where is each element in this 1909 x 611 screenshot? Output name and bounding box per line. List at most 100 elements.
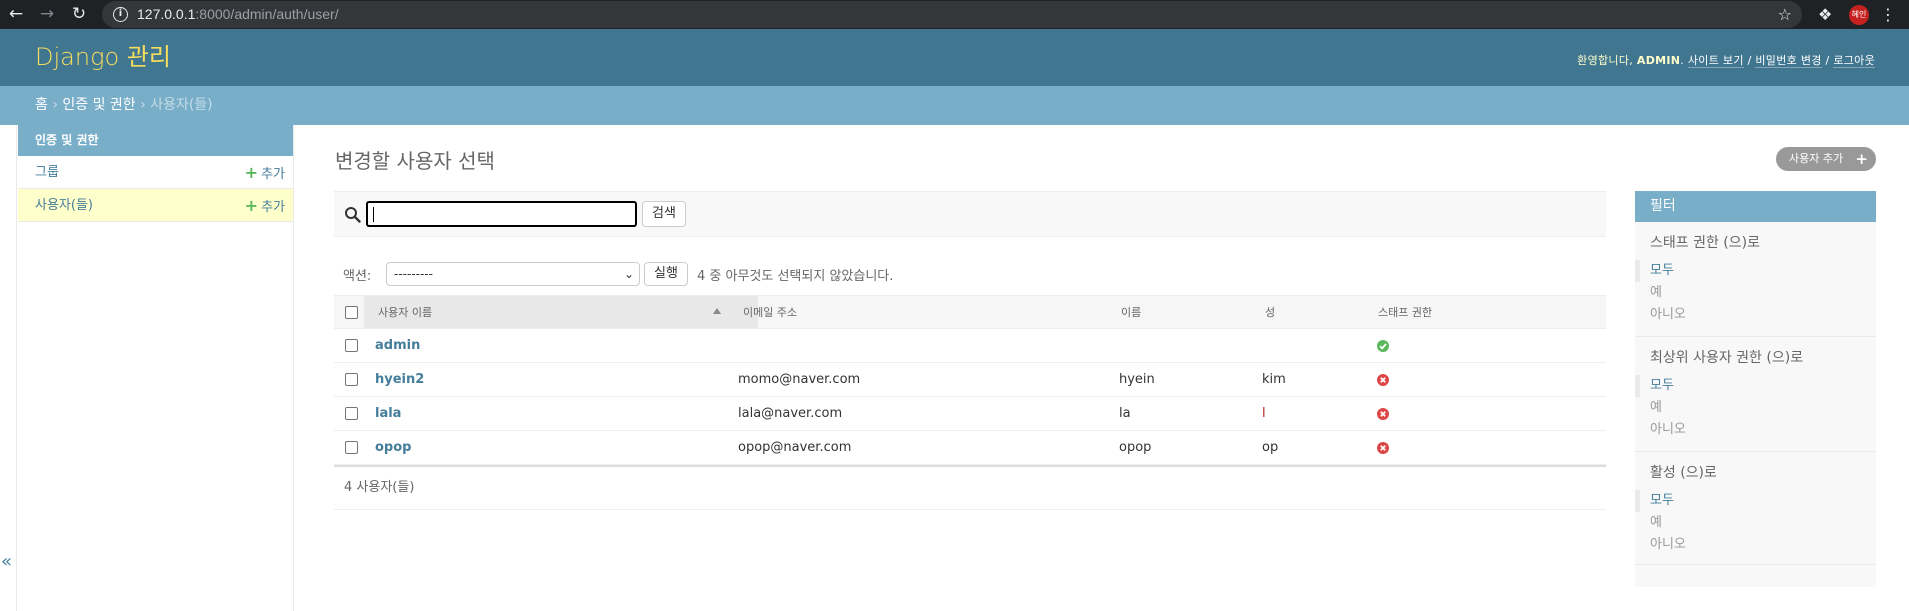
email-cell: lala@naver.com [738, 406, 843, 421]
add-label: 추가 [261, 200, 285, 215]
yes-check-icon [1377, 340, 1389, 352]
url-host: 127.0.0.1 [137, 6, 196, 22]
column-header-first-name[interactable]: 이름 [1121, 296, 1141, 329]
breadcrumb-home[interactable]: 홈 [35, 97, 48, 113]
selection-counter: 4 중 아무것도 선택되지 않았습니다. [697, 269, 894, 284]
row-checkbox[interactable] [345, 373, 358, 386]
table-row: opop opop@naver.com opop op [334, 431, 1606, 465]
row-checkbox[interactable] [345, 339, 358, 352]
text-caret [373, 207, 374, 222]
filter-option[interactable]: 아니오 [1635, 419, 1876, 441]
username-link[interactable]: opop [375, 431, 411, 464]
filter-option[interactable]: 모두 [1635, 260, 1876, 282]
filter-option[interactable]: 모두 [1635, 490, 1876, 512]
sidebar-module-caption[interactable]: 인증 및 권한 [18, 125, 293, 156]
last-name-cell: l [1262, 406, 1266, 421]
paginator: 4 사용자(들) [334, 471, 1606, 510]
sidebar-item-groups[interactable]: 그룹 + 추가 [18, 156, 293, 189]
filter-option[interactable]: 예 [1635, 282, 1876, 304]
username: ADMIN [1636, 54, 1681, 67]
results-table: 사용자 이름 이메일 주소 이름 성 스태프 권한 admin hyein2 mom… [334, 295, 1606, 467]
profile-avatar[interactable]: 혜인 [1849, 5, 1869, 25]
filter-group-title: 최상위 사용자 권한 (으)로 [1650, 350, 1804, 366]
select-all-checkbox[interactable] [345, 306, 358, 319]
breadcrumb-app[interactable]: 인증 및 권한 [62, 97, 135, 113]
search-button[interactable]: 검색 [642, 201, 686, 227]
filter-option[interactable]: 예 [1635, 397, 1876, 419]
table-header: 사용자 이름 이메일 주소 이름 성 스태프 권한 [334, 295, 1606, 329]
logout-link[interactable]: 로그아웃 [1833, 54, 1875, 68]
username-link[interactable]: lala [375, 397, 401, 430]
table-bottom-border [334, 465, 1606, 467]
filter-groups: 스태프 권한 (으)로 모두 예 아니오 최상위 사용자 권한 (으)로 모두 예 아니오 활성… [1635, 222, 1876, 565]
column-header-email[interactable]: 이메일 주소 [743, 296, 797, 329]
plus-icon: + [1855, 150, 1868, 168]
sidebar-add-group-link[interactable]: + 추가 [245, 156, 285, 191]
reload-icon[interactable]: ↻ [67, 0, 91, 29]
address-text[interactable]: 127.0.0.1:8000/admin/auth/user/ [137, 1, 339, 28]
first-name-cell: opop [1119, 440, 1152, 455]
sidebar-item-users[interactable]: 사용자(들) + 추가 [18, 189, 293, 222]
view-site-link[interactable]: 사이트 보기 [1687, 54, 1744, 68]
no-x-icon [1377, 374, 1389, 386]
table-body: admin hyein2 momo@naver.com hyein kim lala lal… [334, 329, 1606, 465]
welcome-text: 환영합니다, [1577, 54, 1634, 67]
page-title: 변경할 사용자 선택 [335, 149, 495, 173]
filter-group-title: 스태프 권한 (으)로 [1650, 235, 1760, 251]
browser-menu-icon[interactable]: ⋮ [1880, 0, 1896, 29]
row-checkbox[interactable] [345, 407, 358, 420]
collapse-chevron-icon[interactable]: « [1, 551, 12, 572]
filter-group: 최상위 사용자 권한 (으)로모두 예 아니오 [1635, 337, 1876, 452]
email-cell: opop@naver.com [738, 440, 852, 455]
sidebar-item-label[interactable]: 그룹 [35, 165, 59, 180]
filter-option[interactable]: 아니오 [1635, 534, 1876, 556]
bookmark-star-icon[interactable]: ☆ [1778, 1, 1792, 28]
address-bar[interactable]: i 127.0.0.1:8000/admin/auth/user/ ☆ [102, 1, 1802, 28]
column-header-username[interactable]: 사용자 이름 [378, 296, 432, 329]
site-branding[interactable]: Django 관리 [35, 29, 171, 86]
search-icon [345, 207, 361, 223]
table-row: hyein2 momo@naver.com hyein kim [334, 363, 1606, 397]
action-label: 액션: [343, 269, 372, 284]
password-change-link[interactable]: 비밀번호 변경 [1755, 54, 1822, 68]
action-select[interactable]: --------- ⌄ [386, 262, 640, 286]
table-row: lala lala@naver.com la l [334, 397, 1606, 431]
user-tools: 환영합니다, ADMIN. 사이트 보기 / 비밀번호 변경 / 로그아웃 [1577, 54, 1875, 68]
add-label: 추가 [261, 167, 285, 182]
site-info-icon[interactable]: i [113, 7, 128, 22]
plus-icon: + [244, 196, 259, 215]
action-go-button[interactable]: 실행 [644, 262, 688, 286]
changelist-filter: 필터 스태프 권한 (으)로 모두 예 아니오 최상위 사용자 권한 (으)로 모두 예 아니… [1635, 191, 1876, 587]
search-input[interactable] [366, 201, 637, 227]
forward-arrow-icon[interactable]: → [35, 0, 59, 29]
filter-option[interactable]: 예 [1635, 512, 1876, 534]
table-row: admin [334, 329, 1606, 363]
plus-icon: + [244, 163, 259, 182]
filter-option[interactable]: 모두 [1635, 375, 1876, 397]
url-path: :8000/admin/auth/user/ [195, 6, 339, 22]
last-name-cell: kim [1262, 372, 1286, 387]
breadcrumb-current: 사용자(들) [150, 97, 213, 113]
back-arrow-icon[interactable]: ← [4, 0, 28, 29]
filter-option[interactable]: 아니오 [1635, 304, 1876, 326]
email-cell: momo@naver.com [738, 372, 861, 387]
action-selected-value: --------- [394, 267, 433, 281]
sidebar-toggle[interactable]: « [0, 125, 17, 611]
extensions-puzzle-icon[interactable]: ❖ [1818, 0, 1832, 29]
breadcrumb: 홈 › 인증 및 권한 › 사용자(들) [0, 86, 1909, 125]
filter-group: 스태프 권한 (으)로모두 예 아니오 [1635, 222, 1876, 337]
sidebar-add-user-link[interactable]: + 추가 [245, 189, 285, 224]
filter-group: 활성 (으)로 모두 예 아니오 [1635, 452, 1876, 565]
row-checkbox[interactable] [345, 441, 358, 454]
no-x-icon [1377, 408, 1389, 420]
add-user-button[interactable]: 사용자 추가 + [1776, 147, 1876, 171]
chevron-down-icon: ⌄ [623, 267, 634, 281]
column-header-staff[interactable]: 스태프 권한 [1378, 296, 1432, 329]
last-name-cell: op [1262, 440, 1279, 455]
add-user-label: 사용자 추가 [1789, 152, 1844, 165]
sidebar-item-label[interactable]: 사용자(들) [35, 198, 93, 213]
column-header-last-name[interactable]: 성 [1265, 296, 1275, 329]
username-link[interactable]: admin [375, 329, 420, 362]
username-link[interactable]: hyein2 [375, 363, 424, 396]
sort-ascending-icon[interactable] [713, 308, 721, 314]
